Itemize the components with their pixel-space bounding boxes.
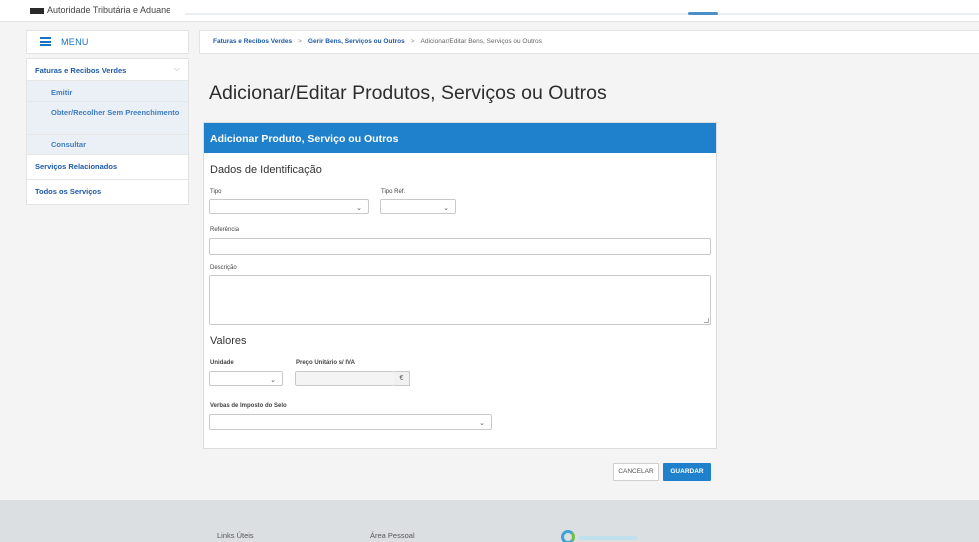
page-title: Adicionar/Editar Produtos, Serviços ou O… <box>209 82 607 104</box>
breadcrumb-link[interactable]: Faturas e Recibos Verdes <box>213 38 292 45</box>
tipo-ref-label: Tipo Ref. <box>381 189 406 195</box>
tipo-ref-select[interactable]: ⌄ <box>380 199 456 214</box>
sidebar-item-consultar[interactable]: Consultar <box>27 135 188 155</box>
cancel-button[interactable]: CANCELAR <box>613 463 659 481</box>
site-logo[interactable]: Autoridade Tributária e Aduaneira <box>30 4 170 16</box>
footer-area-pessoal[interactable]: Área Pessoal <box>370 531 415 540</box>
breadcrumb-separator: > <box>298 38 302 45</box>
breadcrumb-separator: > <box>410 38 415 45</box>
sidebar-item-servicos-relacionados[interactable]: Serviços Relacionados <box>27 155 188 180</box>
euro-icon: € <box>394 371 410 386</box>
sidebar-item-emitir[interactable]: Emitir <box>27 81 188 102</box>
logo-text: Autoridade Tributária e Aduaneira <box>47 5 170 15</box>
chevron-down-icon: ⌄ <box>479 420 485 427</box>
tipo-label: Tipo <box>210 189 222 195</box>
logo-mark <box>30 7 44 14</box>
header-divider <box>185 13 979 15</box>
imposto-label: Verbas de Imposto do Selo <box>210 403 287 409</box>
sidebar-item-label: Obter/Recolher Sem Preenchimento <box>51 108 180 117</box>
breadcrumb-link[interactable]: Gerir Bens, Serviços ou Outros <box>308 38 405 45</box>
header-accent <box>688 12 718 15</box>
footer: Links Úteis Área Pessoal <box>0 500 979 542</box>
menu-label: MENU <box>61 37 89 47</box>
referencia-label: Referência <box>210 227 240 233</box>
portal-logo-text <box>578 536 638 540</box>
footer-links-uteis[interactable]: Links Úteis <box>217 531 254 540</box>
descricao-textarea[interactable] <box>209 275 711 325</box>
chevron-down-icon: ⌄ <box>356 205 362 212</box>
chevron-down-icon: ⌄ <box>270 377 276 384</box>
card-title: Adicionar Produto, Serviço ou Outros <box>204 123 716 153</box>
sidebar-item-todos-servicos[interactable]: Todos os Serviços <box>27 180 188 204</box>
sidebar-item-label: Faturas e Recibos Verdes <box>35 66 127 75</box>
hamburger-icon <box>40 37 51 46</box>
breadcrumb: Faturas e Recibos Verdes > Gerir Bens, Ser… <box>199 30 979 54</box>
save-button[interactable]: GUARDAR <box>663 463 711 481</box>
sidebar-item-label: Emitir <box>51 88 73 97</box>
section-title-valores: Valores <box>210 335 247 347</box>
breadcrumb-current: Adicionar/Editar Bens, Serviços ou Outro… <box>420 38 542 45</box>
preco-input[interactable] <box>295 371 394 386</box>
sidebar: Faturas e Recibos Verdes ⌵ Emitir Obter/… <box>26 58 189 205</box>
sidebar-item-obter[interactable]: Obter/Recolher Sem Preenchimento <box>27 102 188 135</box>
imposto-select[interactable]: ⌄ <box>209 414 492 430</box>
preco-label: Preço Unitário s/ IVA <box>296 360 355 366</box>
chevron-down-icon: ⌄ <box>443 205 449 212</box>
sidebar-item-label: Todos os Serviços <box>35 187 102 196</box>
referencia-input[interactable] <box>209 238 711 255</box>
unidade-label: Unidade <box>210 360 234 366</box>
resize-handle-icon[interactable] <box>704 318 709 323</box>
product-form-card: Adicionar Produto, Serviço ou Outros Dad… <box>203 122 717 449</box>
tipo-select[interactable]: ⌄ <box>209 199 369 214</box>
unidade-select[interactable]: ⌄ <box>209 371 283 386</box>
sidebar-item-label: Serviços Relacionados <box>35 162 118 171</box>
portal-logo-icon <box>561 530 575 542</box>
section-title-identificacao: Dados de Identificação <box>210 164 322 176</box>
sidebar-item-faturas[interactable]: Faturas e Recibos Verdes ⌵ <box>27 59 188 81</box>
menu-toggle[interactable]: MENU <box>26 30 189 54</box>
chevron-down-icon: ⌵ <box>173 64 180 73</box>
descricao-label: Descrição <box>210 265 237 271</box>
top-header: Autoridade Tributária e Aduaneira <box>0 0 979 22</box>
sidebar-item-label: Consultar <box>51 140 87 149</box>
